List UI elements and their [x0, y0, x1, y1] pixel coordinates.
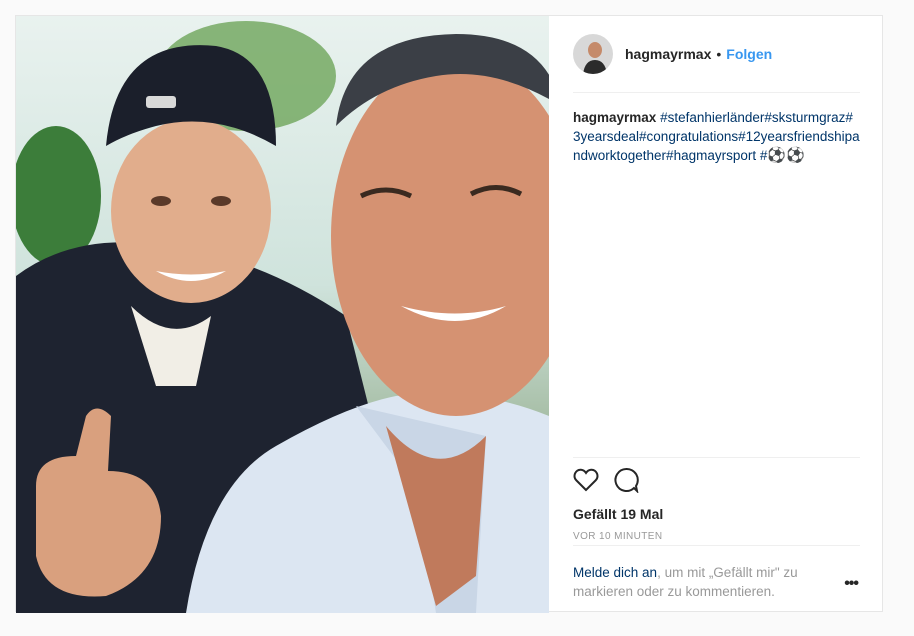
username-link[interactable]: hagmayrmax — [625, 46, 711, 62]
soccer-ball-emoji: ⚽⚽ — [767, 146, 805, 164]
post-sidebar: hagmayrmax • Folgen hagmayrmax #stefanhi… — [549, 16, 882, 611]
post-card: hagmayrmax • Folgen hagmayrmax #stefanhi… — [15, 15, 883, 613]
caption-username[interactable]: hagmayrmax — [573, 110, 656, 125]
post-header: hagmayrmax • Folgen — [573, 16, 860, 93]
post-caption: hagmayrmax #stefanhierländer#sksturmgraz… — [573, 108, 860, 165]
avatar-image — [573, 34, 613, 74]
selfie-image — [16, 16, 549, 613]
post-photo[interactable] — [16, 16, 549, 613]
separator-dot: • — [716, 46, 722, 62]
follow-button[interactable]: Folgen — [726, 46, 772, 62]
avatar[interactable] — [573, 34, 613, 74]
